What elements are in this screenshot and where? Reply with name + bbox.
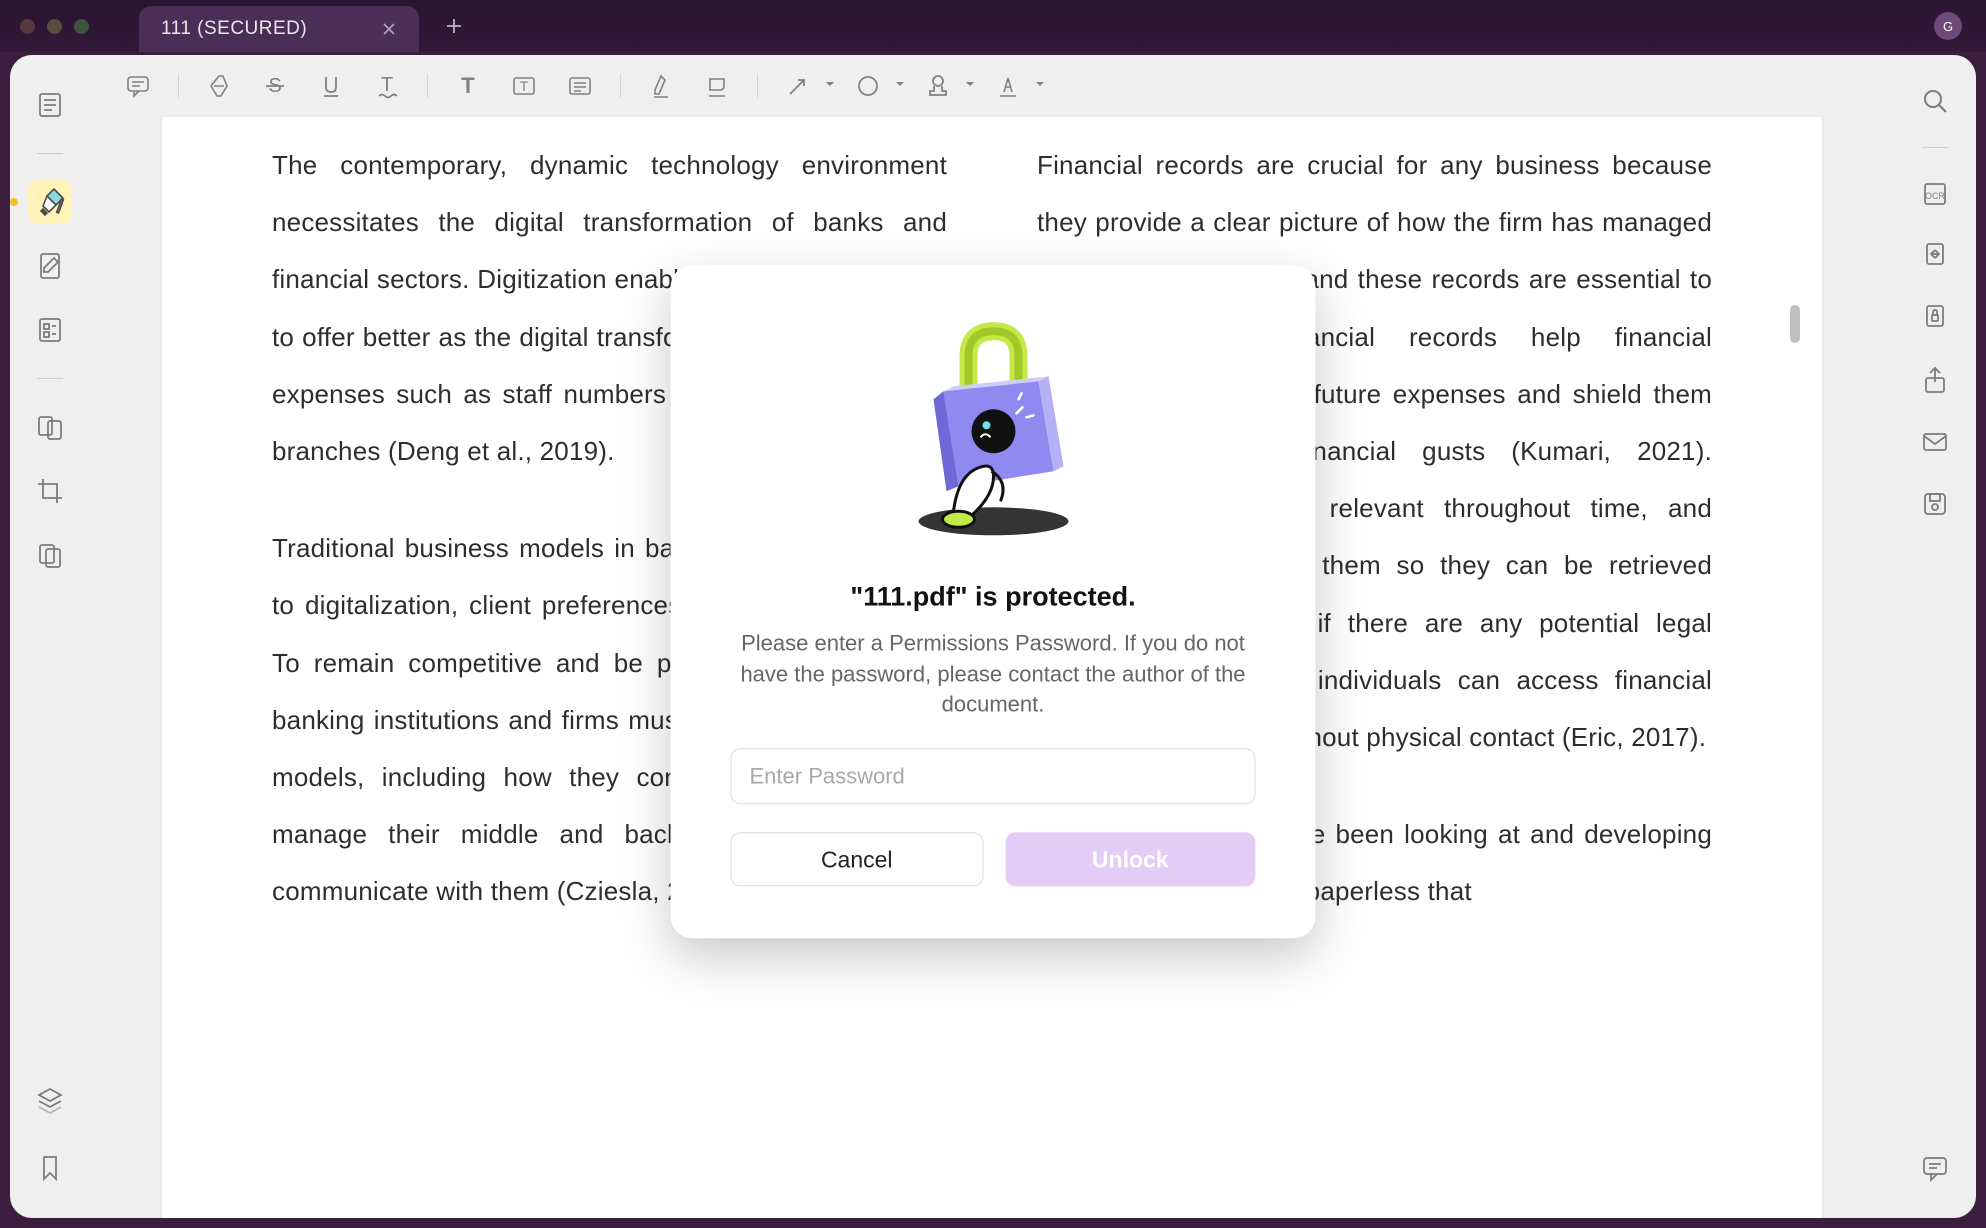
annotation-toolbar: S T T T (90, 55, 1894, 117)
compare-tool[interactable] (28, 405, 72, 449)
secure-button[interactable] (1913, 296, 1957, 340)
separator (1922, 147, 1948, 148)
document-tab[interactable]: 111 (SECURED) (139, 6, 419, 52)
annotate-tool[interactable] (28, 244, 72, 288)
dialog-title: "111.pdf" is protected. (731, 581, 1256, 612)
close-window-button[interactable] (20, 19, 35, 34)
chat-button[interactable] (1913, 1146, 1957, 1190)
underline-tool[interactable] (307, 66, 355, 106)
separator (178, 74, 179, 98)
dialog-body: Please enter a Permissions Password. If … (731, 628, 1256, 720)
separator (620, 74, 621, 98)
lock-illustration-icon (898, 321, 1088, 551)
text-tool[interactable]: T (444, 66, 492, 106)
user-avatar[interactable]: G (1934, 12, 1962, 40)
page-organize-tool[interactable] (28, 533, 72, 577)
separator (757, 74, 758, 98)
chevron-down-icon[interactable] (964, 77, 976, 95)
separator (427, 74, 428, 98)
comment-tool[interactable] (114, 66, 162, 106)
text-box-tool[interactable]: T (500, 66, 548, 106)
separator (37, 153, 63, 154)
unlock-button[interactable]: Unlock (1005, 832, 1256, 886)
dialog-buttons: Cancel Unlock (731, 832, 1256, 886)
search-button[interactable] (1913, 79, 1957, 123)
right-sidebar: OCR (1894, 55, 1976, 1218)
strikethrough-tool[interactable]: S (251, 66, 299, 106)
tab-strip: 111 (SECURED) (139, 0, 464, 52)
convert-button[interactable] (1913, 234, 1957, 278)
squiggly-tool[interactable]: T (363, 66, 411, 106)
password-input[interactable] (731, 748, 1256, 804)
align-tool[interactable] (556, 66, 604, 106)
scrollbar-thumb[interactable] (1790, 305, 1800, 343)
arrow-tool[interactable] (774, 66, 822, 106)
titlebar: 111 (SECURED) G (0, 0, 1986, 52)
left-sidebar (10, 55, 90, 1218)
form-tool[interactable] (28, 308, 72, 352)
minimize-window-button[interactable] (47, 19, 62, 34)
chevron-down-icon[interactable] (824, 77, 836, 95)
tab-title: 111 (SECURED) (161, 18, 307, 40)
ocr-button[interactable]: OCR (1913, 172, 1957, 216)
crop-tool[interactable] (28, 469, 72, 513)
bookmark-button[interactable] (28, 1146, 72, 1190)
marker-tool[interactable] (637, 66, 685, 106)
eraser-tool[interactable] (195, 66, 243, 106)
save-button[interactable] (1913, 482, 1957, 526)
close-tab-icon[interactable] (381, 21, 397, 37)
svg-text:OCR: OCR (1925, 191, 1946, 201)
svg-text:T: T (381, 74, 393, 96)
separator (37, 378, 63, 379)
svg-text:T: T (520, 78, 529, 94)
highlighter-tool[interactable] (28, 180, 72, 224)
stamp-tool[interactable] (914, 66, 962, 106)
share-button[interactable] (1913, 358, 1957, 402)
mail-button[interactable] (1913, 420, 1957, 464)
window-controls (20, 19, 89, 34)
signature-tool[interactable] (984, 66, 1032, 106)
new-tab-button[interactable] (444, 16, 464, 36)
area-highlight-tool[interactable] (693, 66, 741, 106)
chevron-down-icon[interactable] (894, 77, 906, 95)
svg-text:T: T (461, 73, 475, 98)
layers-button[interactable] (28, 1078, 72, 1122)
view-tool[interactable] (28, 83, 72, 127)
chevron-down-icon[interactable] (1034, 77, 1046, 95)
password-dialog: "111.pdf" is protected. Please enter a P… (671, 265, 1316, 938)
maximize-window-button[interactable] (74, 19, 89, 34)
shape-tool[interactable] (844, 66, 892, 106)
cancel-button[interactable]: Cancel (731, 832, 984, 886)
